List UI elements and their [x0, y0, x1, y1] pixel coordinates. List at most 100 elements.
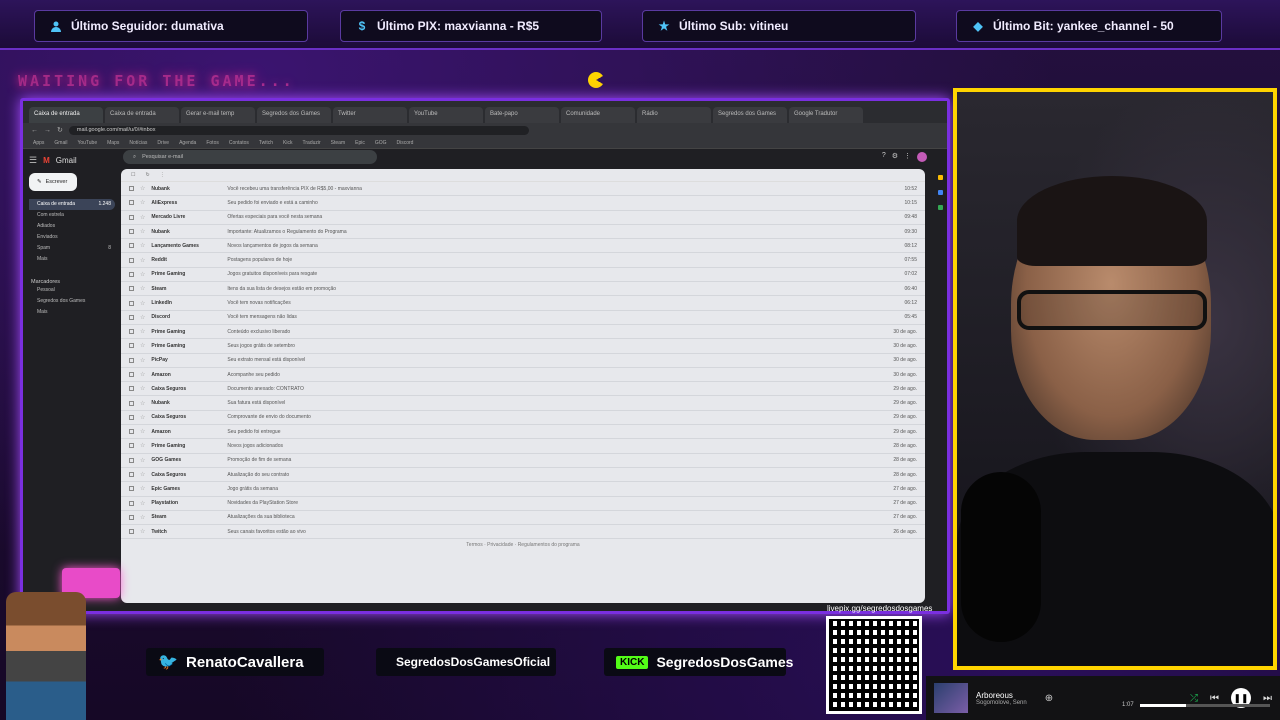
bookmark-item[interactable]: Gmail — [54, 140, 67, 146]
social-kick[interactable]: KICK SegredosDosGames — [604, 648, 793, 676]
browser-tab[interactable]: YouTube — [409, 107, 483, 123]
back-icon[interactable]: ← — [31, 127, 38, 134]
track-progress[interactable] — [1140, 704, 1270, 707]
email-row[interactable]: ☆ Prime Gaming Jogos gratuitos disponíveis… — [121, 268, 925, 283]
row-checkbox[interactable] — [129, 400, 134, 406]
email-row[interactable]: ☆ Caixa Seguros Documento anexado: CONTRAT… — [121, 382, 925, 397]
bookmark-item[interactable]: Apps — [33, 140, 44, 146]
label-item[interactable]: Segredos dos Games — [29, 296, 115, 307]
row-checkbox[interactable] — [129, 186, 134, 192]
label-item[interactable]: Pessoal — [29, 285, 115, 296]
email-row[interactable]: ☆ AliExpress Seu pedido foi enviado e está… — [121, 196, 925, 211]
row-checkbox[interactable] — [129, 429, 134, 435]
star-icon[interactable]: ☆ — [140, 428, 145, 435]
row-checkbox[interactable] — [129, 500, 134, 506]
browser-tab[interactable]: Caixa de entrada — [105, 107, 179, 123]
help-icon[interactable]: ? — [882, 152, 886, 162]
nav-item[interactable]: Caixa de entrada 1.248 — [29, 199, 115, 210]
browser-tab[interactable]: Comunidade — [561, 107, 635, 123]
email-row[interactable]: ☆ Twitch Seus canais favoritos estão ao vi… — [121, 525, 925, 540]
search-input[interactable]: ⌕ Pesquisar e-mail — [123, 150, 377, 164]
row-checkbox[interactable] — [129, 329, 134, 335]
email-row[interactable]: ☆ Nubank Você recebeu uma transferência PI… — [121, 182, 925, 197]
star-icon[interactable]: ☆ — [140, 342, 145, 349]
browser-tab[interactable]: Caixa de entrada — [29, 107, 103, 123]
row-checkbox[interactable] — [129, 457, 134, 463]
email-row[interactable]: ☆ PicPay Seu extrato mensal está disponíve… — [121, 354, 925, 368]
star-icon[interactable]: ☆ — [140, 228, 145, 235]
row-checkbox[interactable] — [129, 300, 134, 306]
browser-tab[interactable]: Segredos dos Games — [713, 107, 787, 123]
bookmark-item[interactable]: Contatos — [229, 140, 249, 146]
forward-icon[interactable]: → — [44, 127, 51, 134]
row-checkbox[interactable] — [129, 286, 134, 292]
email-row[interactable]: ☆ Discord Você tem mensagens não lidas 05:4… — [121, 311, 925, 325]
tasks-icon[interactable] — [937, 190, 943, 195]
row-checkbox[interactable] — [129, 514, 134, 520]
email-row[interactable]: ☆ LinkedIn Você tem novas notificações 06:1… — [121, 296, 925, 311]
star-icon[interactable]: ☆ — [140, 242, 145, 249]
row-checkbox[interactable] — [129, 200, 134, 206]
email-row[interactable]: ☆ Prime Gaming Seus jogos grátis de setemb… — [121, 339, 925, 354]
email-row[interactable]: ☆ Mercado Livre Ofertas especiais para voc… — [121, 211, 925, 225]
email-row[interactable]: ☆ Steam Atualizações da sua biblioteca 27 d… — [121, 511, 925, 526]
star-icon[interactable]: ☆ — [140, 371, 145, 378]
email-row[interactable]: ☆ Amazon Seu pedido foi entregue 29 de ago. — [121, 425, 925, 440]
add-icon[interactable]: ⊕ — [1045, 693, 1053, 704]
bookmark-item[interactable]: GOG — [375, 140, 387, 146]
row-checkbox[interactable] — [129, 414, 134, 420]
email-row[interactable]: ☆ GOG Games Promoção de fim de semana 28 de… — [121, 454, 925, 468]
row-checkbox[interactable] — [129, 443, 134, 449]
email-row[interactable]: ☆ Epic Games Jogo grátis da semana 27 de ag… — [121, 482, 925, 497]
nav-item[interactable]: Enviados — [29, 232, 115, 243]
browser-tab[interactable]: Rádio — [637, 107, 711, 123]
browser-tab[interactable]: Google Tradutor — [789, 107, 863, 123]
url-field[interactable]: mail.google.com/mail/u/0/#inbox — [68, 125, 529, 135]
row-checkbox[interactable] — [129, 529, 134, 535]
bookmark-item[interactable]: Maps — [107, 140, 119, 146]
row-checkbox[interactable] — [129, 243, 134, 249]
bookmark-item[interactable]: Twitch — [259, 140, 273, 146]
email-row[interactable]: ☆ Caixa Seguros Atualização do seu contrat… — [121, 468, 925, 483]
bookmark-item[interactable]: Traduzir — [303, 140, 321, 146]
row-checkbox[interactable] — [129, 472, 134, 478]
star-icon[interactable]: ☆ — [140, 314, 145, 321]
email-row[interactable]: ☆ Lançamento Games Novos lançamentos de jo… — [121, 239, 925, 254]
label-item[interactable]: Mais — [29, 307, 115, 318]
nav-item[interactable]: Adiados — [29, 221, 115, 232]
star-icon[interactable]: ☆ — [140, 300, 145, 307]
star-icon[interactable]: ☆ — [140, 185, 145, 192]
social-twitter[interactable]: 🐦 RenatoCavallera — [146, 648, 324, 676]
qr-code[interactable] — [826, 616, 922, 714]
star-icon[interactable]: ☆ — [140, 528, 145, 535]
star-icon[interactable]: ☆ — [140, 328, 145, 335]
reload-icon[interactable]: ↻ — [57, 126, 63, 134]
avatar[interactable] — [917, 152, 927, 162]
star-icon[interactable]: ☆ — [140, 199, 145, 206]
row-checkbox[interactable] — [129, 486, 134, 492]
refresh-icon[interactable]: ↻ — [145, 172, 149, 178]
nav-item[interactable]: Mais — [29, 254, 115, 265]
star-icon[interactable]: ☆ — [140, 414, 145, 421]
select-all-checkbox[interactable]: ☐ — [131, 172, 135, 178]
star-icon[interactable]: ☆ — [140, 285, 145, 292]
star-icon[interactable]: ☆ — [140, 400, 145, 407]
gear-icon[interactable]: ⚙ — [892, 152, 898, 162]
menu-icon[interactable]: ☰ — [29, 155, 37, 166]
row-checkbox[interactable] — [129, 386, 134, 392]
star-icon[interactable]: ☆ — [140, 357, 145, 364]
star-icon[interactable]: ☆ — [140, 214, 145, 221]
row-checkbox[interactable] — [129, 271, 134, 277]
shuffle-icon[interactable]: ⤮ — [1190, 693, 1198, 704]
bookmark-item[interactable]: Drive — [157, 140, 169, 146]
previous-icon[interactable]: ⏮ — [1210, 693, 1219, 704]
browser-tab[interactable]: Gerar e-mail temp — [181, 107, 255, 123]
bookmark-item[interactable]: Agenda — [179, 140, 196, 146]
more-icon[interactable]: ⋮ — [160, 172, 165, 178]
social-instagram[interactable]: SegredosDosGamesOficial — [376, 648, 556, 676]
row-checkbox[interactable] — [129, 357, 134, 363]
email-row[interactable]: ☆ Nubank Importante: Atualizamos o Regulam… — [121, 225, 925, 240]
bookmark-item[interactable]: YouTube — [77, 140, 97, 146]
email-row[interactable]: ☆ Steam Itens da sua lista de desejos estã… — [121, 282, 925, 297]
email-row[interactable]: ☆ Nubank Sua fatura está disponível 29 de a… — [121, 396, 925, 411]
